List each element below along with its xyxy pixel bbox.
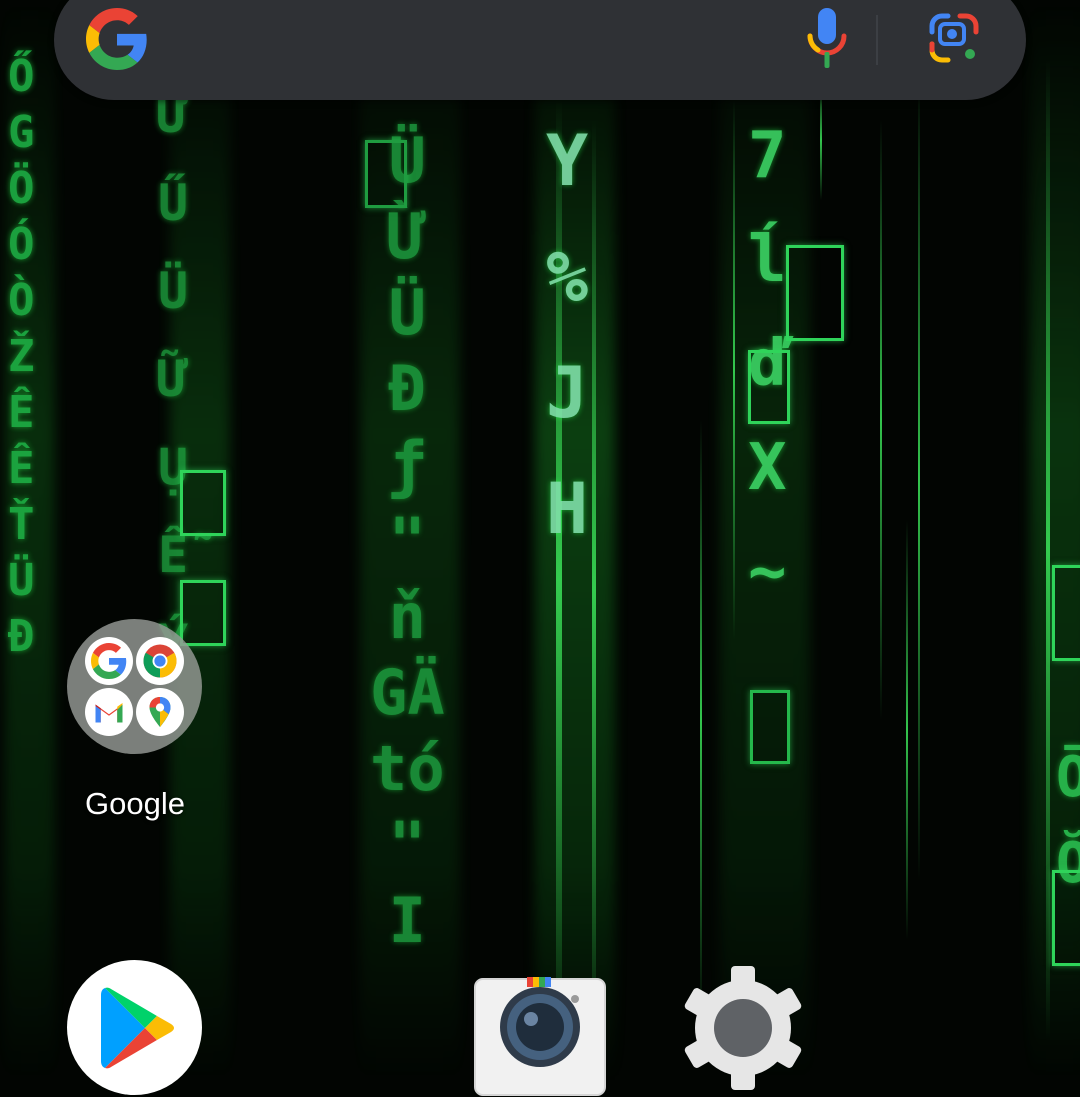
wallpaper-streak (733, 100, 735, 640)
camera-app[interactable] (473, 977, 607, 1097)
matrix-box (786, 245, 844, 341)
matrix-glyph: Ü (8, 555, 35, 606)
wallpaper-streak (592, 120, 596, 1060)
camera-lens-inner (516, 1003, 564, 1051)
matrix-box (748, 350, 790, 424)
matrix-glyph: Ž (8, 331, 35, 382)
matrix-glyph: Ō (1056, 745, 1080, 810)
camera-flash (571, 995, 579, 1003)
matrix-glyph: I (388, 884, 426, 957)
camera-stripe (527, 977, 533, 987)
matrix-glyph: Ť (8, 499, 35, 550)
folder-label: Google (85, 786, 185, 821)
matrix-glyph: Ê (8, 387, 35, 438)
matrix-column: Ő G Ö Ó Ò Ž Ê Ê Ť Ü Đ (8, 55, 35, 659)
chrome-icon (143, 644, 177, 678)
matrix-glyph: ĺ (748, 223, 787, 297)
wallpaper-streak (700, 420, 702, 1020)
google-icon (91, 643, 127, 679)
settings-icon (684, 966, 802, 1090)
matrix-glyph: X (748, 431, 787, 505)
matrix-glyph: GÄ (370, 656, 445, 729)
wallpaper: Ő G Ö Ó Ò Ž Ê Ê Ť Ü Đ Ữ Ű Ü Ữ Ụ Ễ Ý Ü Ừ … (0, 0, 1080, 1080)
matrix-glyph: G (8, 107, 35, 158)
matrix-glyph: Ừ (388, 200, 426, 273)
chrome-app-icon (136, 637, 184, 685)
google-g-icon[interactable] (86, 8, 148, 70)
matrix-box (365, 140, 407, 208)
matrix-glyph: 7 (748, 119, 787, 193)
maps-icon (149, 697, 171, 727)
matrix-glyph: H (546, 468, 589, 550)
matrix-glyph: Đ (388, 352, 426, 425)
settings-app[interactable] (678, 960, 808, 1090)
matrix-glyph: Ü (158, 262, 189, 320)
matrix-glyph: Ê (8, 443, 35, 494)
camera-stripe (533, 977, 539, 987)
matrix-glyph: " (388, 808, 426, 881)
camera-lens-glare (524, 1012, 538, 1026)
matrix-glyph: Ó (8, 219, 35, 270)
matrix-box (180, 470, 226, 536)
camera-stripe (539, 977, 545, 987)
matrix-glyph: Ò (8, 275, 35, 326)
matrix-glyph: Ữ (158, 350, 189, 408)
matrix-box (750, 690, 790, 764)
matrix-glyph: ~ (748, 535, 787, 609)
matrix-box (1052, 565, 1080, 661)
wallpaper-streak (918, 80, 920, 880)
matrix-glyph: Ő (8, 51, 35, 102)
matrix-glyph: Đ (8, 611, 35, 662)
gmail-icon (95, 703, 123, 723)
matrix-glyph: Y (546, 120, 589, 202)
matrix-glyph: Ö (8, 163, 35, 214)
matrix-glyph: Ễ (158, 526, 189, 584)
matrix-column: Z 7 ĺ ď X ~ (748, 20, 787, 604)
matrix-box (180, 580, 226, 646)
matrix-glyph: " (388, 504, 426, 577)
google-folder[interactable] (67, 619, 202, 754)
wallpaper-streak (906, 520, 908, 940)
wallpaper-streak (880, 120, 882, 720)
matrix-glyph: tó (370, 732, 445, 805)
matrix-glyph: Ü (388, 276, 426, 349)
google-lens-icon[interactable] (928, 12, 980, 64)
search-divider (876, 15, 878, 65)
matrix-glyph: J (546, 352, 589, 434)
matrix-glyph: Ű (158, 174, 189, 232)
search-bar[interactable] (54, 0, 1026, 100)
camera-stripe (545, 977, 551, 987)
maps-app-icon (136, 688, 184, 736)
play-store-icon (101, 987, 174, 1069)
matrix-glyph: ň (388, 580, 426, 653)
microphone-icon[interactable] (804, 8, 850, 70)
google-app-icon (85, 637, 133, 685)
matrix-glyph: ƒ (388, 428, 426, 501)
gmail-app-icon (85, 688, 133, 736)
matrix-column: Ü Ừ Ü Đ ƒ " ň GÄ tó " I (370, 130, 445, 952)
wallpaper-streak (1046, 60, 1050, 1040)
matrix-glyph: % (546, 236, 589, 318)
matrix-box (1052, 870, 1080, 966)
play-store-app[interactable] (67, 960, 202, 1095)
